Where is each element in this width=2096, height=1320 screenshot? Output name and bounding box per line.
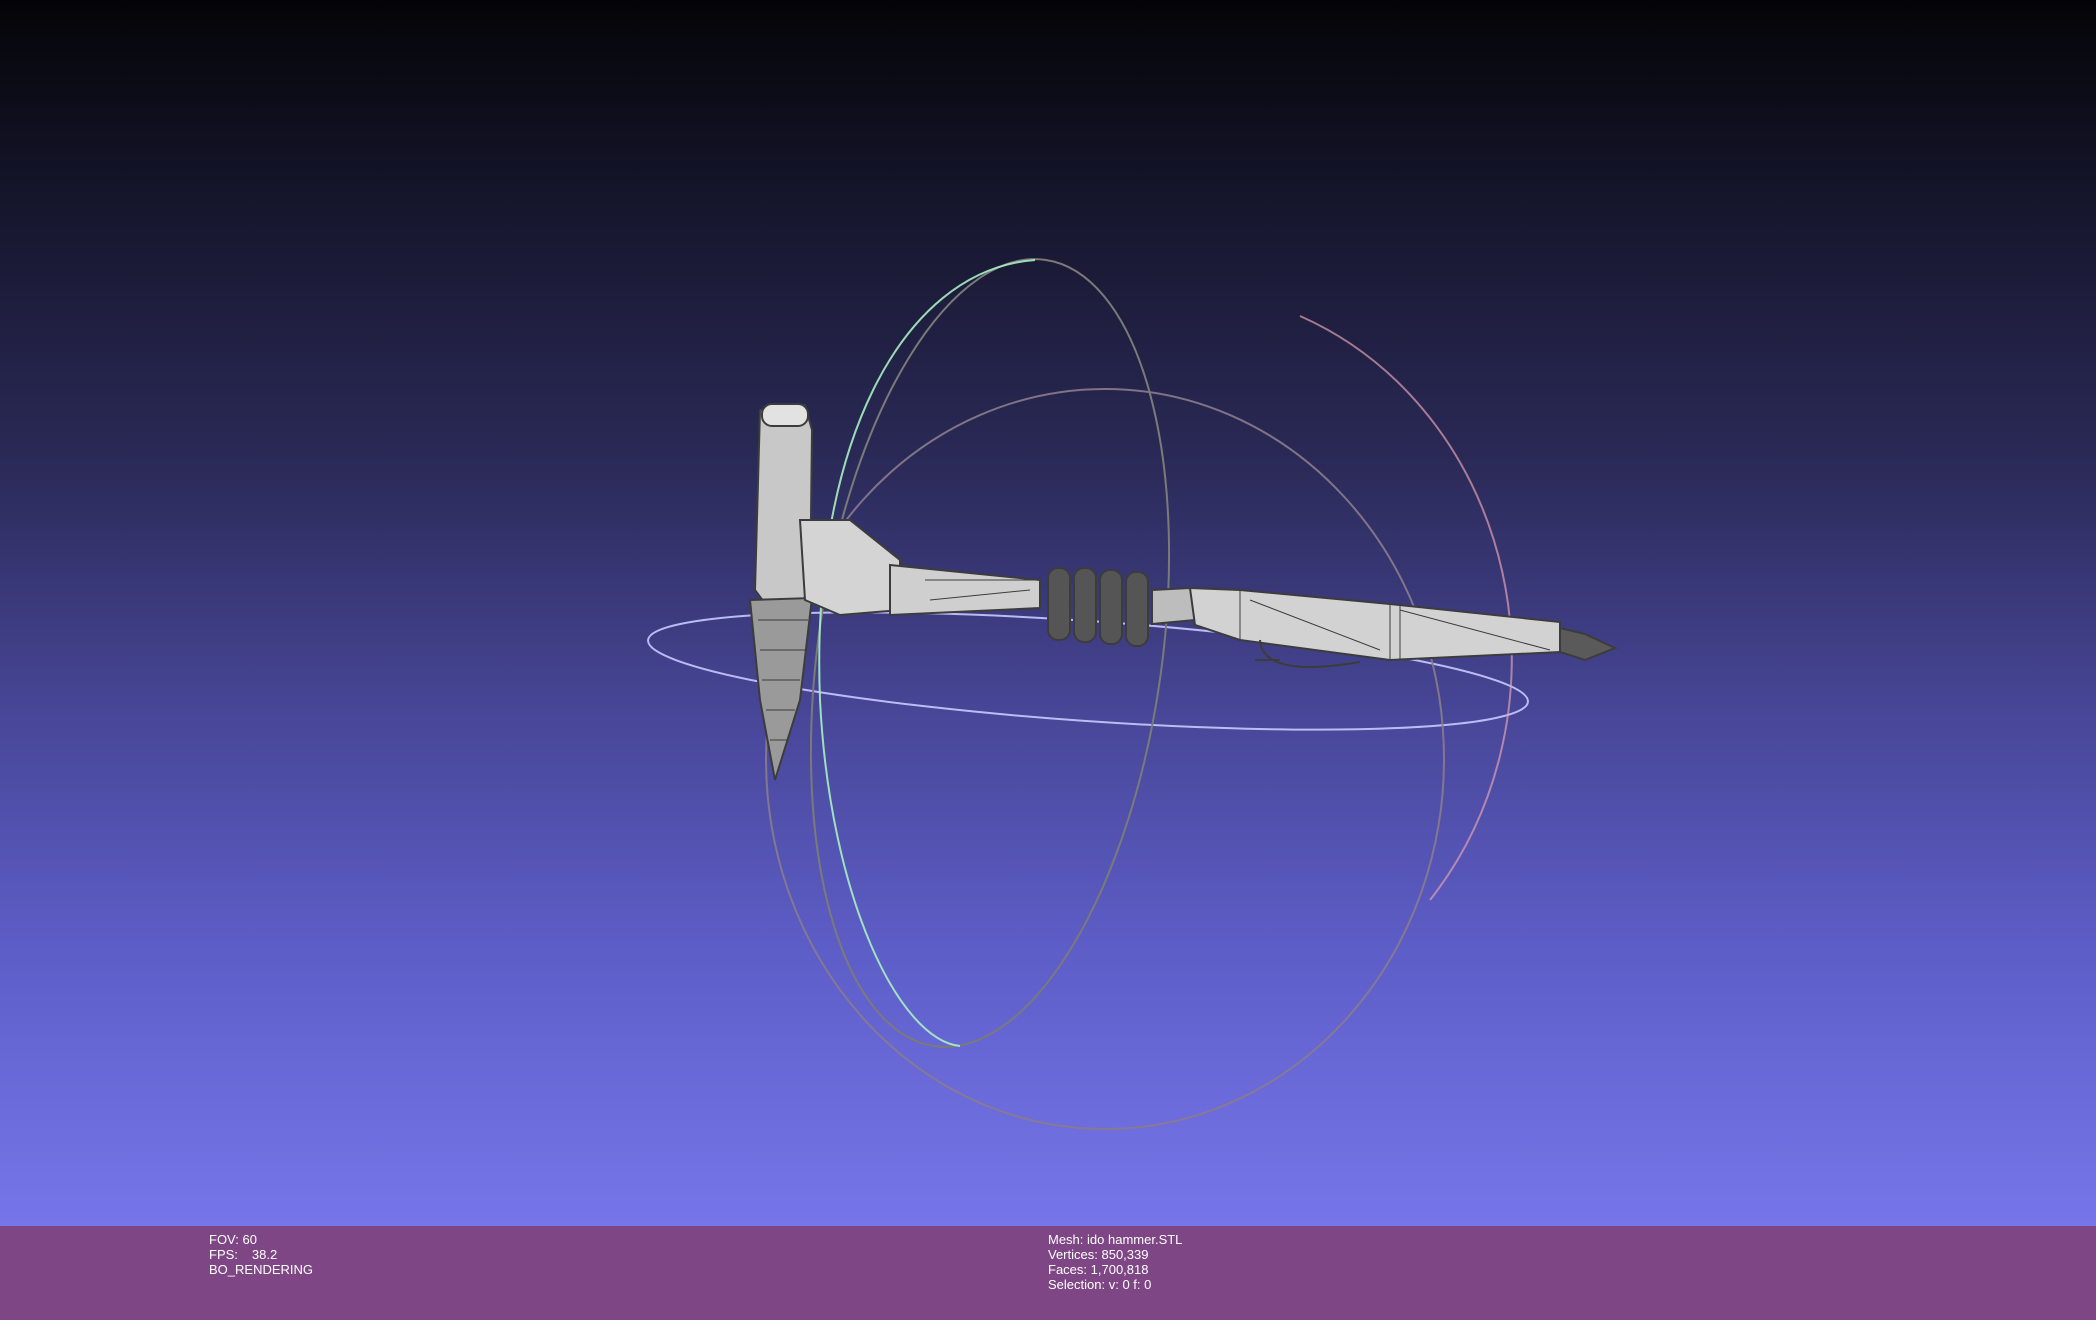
mesh-info-panel: Mesh: ido hammer.STL Vertices: 850,339 F… [1048,1232,1182,1292]
trackball-outer-ring[interactable] [765,388,1445,1130]
fov-readout: FOV: 60 [209,1232,257,1247]
render-mode-readout: BO_RENDERING [209,1262,314,1277]
shaft-segment-1 [889,563,1041,617]
grip-ring-3 [1099,569,1123,645]
grip-ring-4 [1125,571,1149,647]
selection-readout: Selection: v: 0 f: 0 [1048,1277,1152,1292]
scene-canvas[interactable] [0,0,2096,1226]
trackball-vertical-ring[interactable] [764,236,1215,1070]
trackball-green-arc [818,259,1036,1047]
shaft-collar [1151,586,1197,626]
grip-ring-1 [1047,567,1071,641]
render-info-panel: FOV: 60 FPS: 38.2 BO_RENDERING [209,1232,313,1277]
fps-readout: FPS: 38.2 [209,1247,278,1262]
handle-tip [1559,626,1618,662]
status-info-bar: FOV: 60 FPS: 38.2 BO_RENDERING Mesh: ido … [0,1226,2096,1320]
3d-viewport[interactable] [0,0,2096,1226]
hammer-neck [798,519,901,617]
mesh-model[interactable] [748,403,1618,781]
handle-body [1188,586,1561,662]
mesh-name-readout: Mesh: ido hammer.STL [1048,1232,1183,1247]
hammer-head-cap [761,403,809,427]
faces-readout: Faces: 1,700,818 [1048,1262,1149,1277]
grip-ring-2 [1073,567,1097,643]
vertices-readout: Vertices: 850,339 [1048,1247,1149,1262]
